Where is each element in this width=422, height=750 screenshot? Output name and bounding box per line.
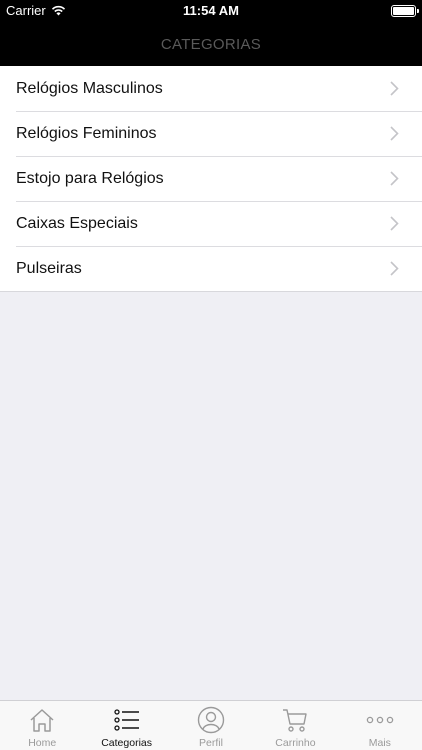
home-icon xyxy=(30,709,54,732)
tab-bar: Home Categorias Perfil Carrinho Mais xyxy=(0,700,422,750)
chevron-right-icon xyxy=(390,261,399,276)
tab-carrinho[interactable]: Carrinho xyxy=(253,701,337,750)
tab-label: Categorias xyxy=(101,737,152,749)
cart-icon xyxy=(283,709,308,732)
category-item-relogios-masculinos[interactable]: Relógios Masculinos xyxy=(0,66,422,111)
category-item-caixas-especiais[interactable]: Caixas Especiais xyxy=(0,201,422,246)
chevron-right-icon xyxy=(390,81,399,96)
status-time: 11:54 AM xyxy=(183,3,239,18)
battery-icon xyxy=(391,5,419,17)
category-list: Relógios Masculinos Relógios Femininos E… xyxy=(0,66,422,292)
category-label: Relógios Femininos xyxy=(16,124,157,142)
more-icon xyxy=(366,716,394,724)
category-label: Estojo para Relógios xyxy=(16,169,164,187)
tab-mais[interactable]: Mais xyxy=(338,701,422,750)
category-item-pulseiras[interactable]: Pulseiras xyxy=(0,246,422,291)
tab-label: Mais xyxy=(368,737,391,749)
chevron-right-icon xyxy=(390,171,399,186)
page-title: CATEGORIAS xyxy=(160,35,262,53)
tab-label: Perfil xyxy=(199,737,223,749)
tab-label: Carrinho xyxy=(275,737,316,749)
category-label: Caixas Especiais xyxy=(16,214,138,232)
list-icon xyxy=(113,709,139,731)
tab-home[interactable]: Home xyxy=(0,701,84,750)
category-label: Pulseiras xyxy=(16,259,82,277)
tab-label: Home xyxy=(28,737,57,749)
profile-icon xyxy=(197,706,225,734)
category-item-estojo-para-relogios[interactable]: Estojo para Relógios xyxy=(0,156,422,201)
category-label: Relógios Masculinos xyxy=(16,79,163,97)
chevron-right-icon xyxy=(390,216,399,231)
chevron-right-icon xyxy=(390,126,399,141)
tab-perfil[interactable]: Perfil xyxy=(169,701,253,750)
status-bar: Carrier 11:54 AM xyxy=(0,0,422,22)
navigation-bar: CATEGORIAS xyxy=(0,22,422,66)
category-item-relogios-femininos[interactable]: Relógios Femininos xyxy=(0,111,422,156)
tab-categorias[interactable]: Categorias xyxy=(84,701,168,750)
